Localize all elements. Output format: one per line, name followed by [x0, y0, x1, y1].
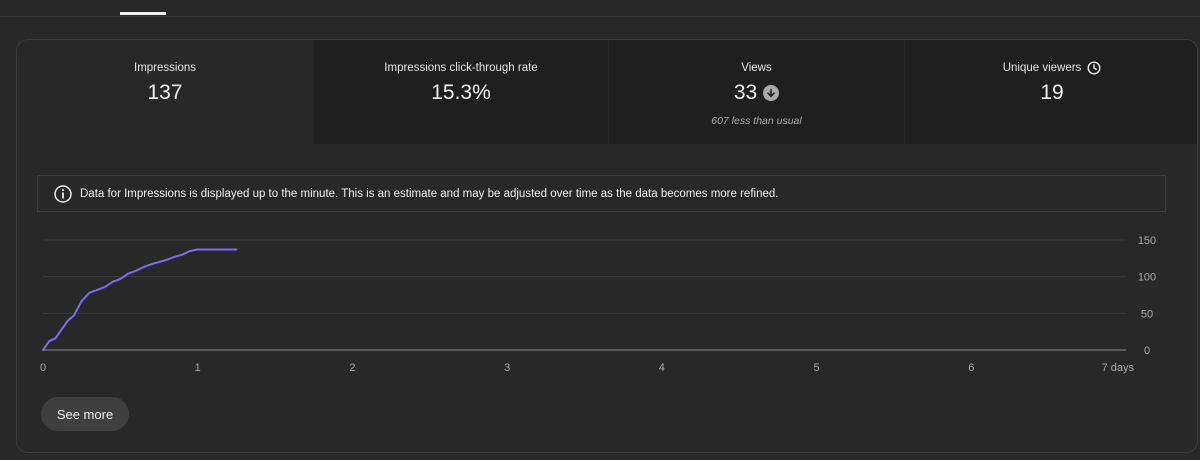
- x-tick-label: 0: [40, 362, 46, 374]
- y-tick-label: 50: [1141, 308, 1153, 320]
- y-tick-label: 0: [1144, 345, 1150, 357]
- x-tick-label: 6: [968, 362, 974, 374]
- x-tick-label: 3: [504, 362, 510, 374]
- see-more-button[interactable]: See more: [41, 397, 129, 431]
- x-tick-label: 2: [349, 362, 355, 374]
- x-tick-label: 7 days: [1102, 362, 1135, 374]
- active-tab-indicator: [120, 12, 166, 15]
- impressions-line-chart: 0 50 100 150 0 1 2 3 4 5 6 7 days: [40, 235, 1156, 374]
- x-tick-label: 4: [659, 362, 665, 374]
- top-tab-bar: [0, 0, 1200, 17]
- analytics-card: Impressions 137 Impressions click-throug…: [16, 39, 1198, 453]
- x-tick-label: 1: [195, 362, 201, 374]
- y-tick-label: 100: [1138, 272, 1156, 284]
- series-line: [42, 248, 238, 351]
- x-tick-label: 5: [814, 362, 820, 374]
- y-tick-label: 150: [1138, 235, 1156, 247]
